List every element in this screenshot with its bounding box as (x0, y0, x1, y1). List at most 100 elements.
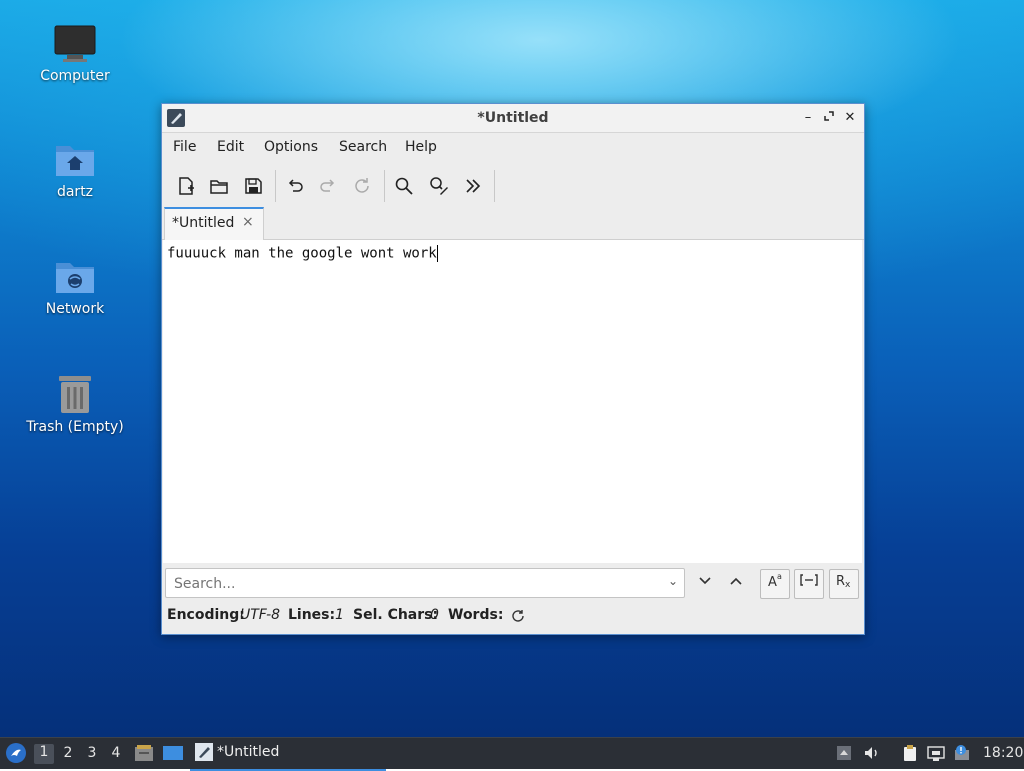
regex-icon: Rx (836, 574, 851, 590)
editor-line: fuuuuck man the google wont work (167, 245, 438, 262)
words-label: Words: (448, 607, 504, 623)
update-alert-icon (955, 745, 969, 760)
undo-icon (288, 179, 303, 192)
regex-button[interactable]: Rx (829, 569, 859, 599)
menu-edit[interactable]: Edit (217, 139, 244, 155)
tab-untitled[interactable]: *Untitled × (164, 207, 264, 241)
taskbar: 1 2 3 4 *Untitled 18:20 (0, 737, 1024, 771)
reload-button[interactable] (348, 172, 376, 200)
redo-icon (320, 179, 335, 192)
chevron-down-icon[interactable]: ⌄ (668, 574, 678, 588)
new-document-icon (179, 177, 194, 195)
svg-text:A: A (768, 575, 777, 590)
window-title: *Untitled (477, 110, 549, 126)
maximize-button[interactable] (821, 110, 837, 126)
toolbar-separator (275, 170, 276, 202)
trash-icon (59, 376, 91, 413)
more-button[interactable] (459, 172, 487, 200)
desktop: Computer dartz Network Trash (Empty) *Un… (0, 0, 1024, 737)
taskbar-task-untitled[interactable]: *Untitled (190, 738, 386, 771)
clipboard-button[interactable] (901, 744, 919, 762)
lines-label: Lines: (288, 607, 336, 623)
menu-bar: File Edit Options Search Help (162, 133, 864, 161)
text-caret (436, 245, 438, 262)
search-icon (395, 177, 413, 195)
chevron-double-right-icon (466, 179, 481, 193)
encoding-label: Encoding: (167, 607, 245, 623)
find-previous-button[interactable] (726, 573, 746, 593)
redo-button[interactable] (314, 172, 342, 200)
match-case-button[interactable]: Aa (760, 569, 790, 599)
menu-file[interactable]: File (173, 139, 196, 155)
svg-text:x: x (845, 580, 851, 590)
desktop-icon-home-folder[interactable]: dartz (20, 140, 130, 200)
selchars-value: 0 (430, 607, 439, 623)
window-titlebar[interactable]: *Untitled – ✕ (162, 104, 864, 133)
arrow-up-icon (837, 746, 851, 760)
volume-button[interactable] (863, 744, 881, 762)
file-manager-launcher[interactable] (134, 744, 154, 762)
refresh-word-count-button[interactable] (510, 608, 526, 628)
start-menu-button[interactable] (5, 742, 27, 764)
workspace-3[interactable]: 3 (82, 745, 102, 761)
workspace-4[interactable]: 4 (106, 745, 126, 761)
workspace-1[interactable]: 1 (34, 744, 54, 764)
whole-word-button[interactable] (794, 569, 824, 599)
tab-close-icon[interactable]: × (242, 214, 254, 230)
desktop-icon-label: Computer (40, 68, 110, 84)
toolbar-separator (494, 170, 495, 202)
toolbar-separator (384, 170, 385, 202)
desktop-icon-trash[interactable]: Trash (Empty) (20, 373, 130, 435)
svg-text:R: R (836, 574, 845, 589)
editor-app-icon (195, 743, 213, 761)
text-editor-window: *Untitled – ✕ File Edit Options Search H… (161, 103, 865, 635)
tray-show-hidden-button[interactable] (835, 744, 853, 762)
reload-icon (355, 178, 369, 193)
clock[interactable]: 18:20 (983, 745, 1023, 761)
desktop-icon-label: Trash (Empty) (26, 419, 124, 435)
network-wired-icon (927, 746, 945, 761)
refresh-icon (512, 610, 524, 622)
network-status-button[interactable] (927, 744, 945, 762)
new-document-button[interactable] (172, 172, 200, 200)
match-case-icon: Aa (768, 572, 782, 590)
search-bar: ⌄ Aa Rx (162, 567, 864, 601)
find-replace-button[interactable] (425, 172, 453, 200)
menu-search[interactable]: Search (339, 139, 387, 155)
undo-button[interactable] (281, 172, 309, 200)
app-menu-logo-icon (6, 743, 26, 763)
tab-label: *Untitled (172, 215, 235, 231)
save-button[interactable] (239, 172, 267, 200)
maximize-icon (824, 111, 834, 121)
menu-help[interactable]: Help (405, 139, 437, 155)
file-manager-icon (135, 745, 153, 761)
desktop-icon (163, 746, 183, 760)
close-button[interactable]: ✕ (842, 110, 858, 126)
updates-notification-button[interactable] (953, 744, 971, 762)
desktop-icon-label: Network (45, 301, 105, 317)
desktop-icon-label: dartz (56, 184, 94, 200)
minimize-button[interactable]: – (800, 110, 816, 126)
open-button[interactable] (205, 172, 233, 200)
encoding-value: UTF-8 (240, 607, 281, 623)
desktop-icon-network[interactable]: Network (20, 257, 130, 317)
text-editor-area[interactable]: fuuuuck man the google wont work (163, 240, 862, 563)
show-desktop-launcher[interactable] (162, 744, 184, 762)
desktop-icon-computer[interactable]: Computer (20, 24, 130, 84)
home-folder-icon (56, 146, 94, 176)
editor-text: fuuuuck man the google wont work (167, 245, 437, 262)
volume-icon (865, 747, 877, 759)
lines-value: 1 (335, 607, 344, 623)
menu-options[interactable]: Options (264, 139, 318, 155)
clipboard-icon (904, 745, 916, 761)
find-next-button[interactable] (695, 573, 715, 593)
save-icon (245, 178, 262, 194)
task-label: *Untitled (217, 744, 280, 760)
search-combobox[interactable]: ⌄ (165, 568, 685, 598)
svg-text:a: a (777, 572, 782, 581)
workspace-2[interactable]: 2 (58, 745, 78, 761)
chevron-down-icon (699, 577, 711, 585)
computer-icon (54, 25, 96, 62)
search-input[interactable] (172, 574, 656, 594)
find-button[interactable] (390, 172, 418, 200)
